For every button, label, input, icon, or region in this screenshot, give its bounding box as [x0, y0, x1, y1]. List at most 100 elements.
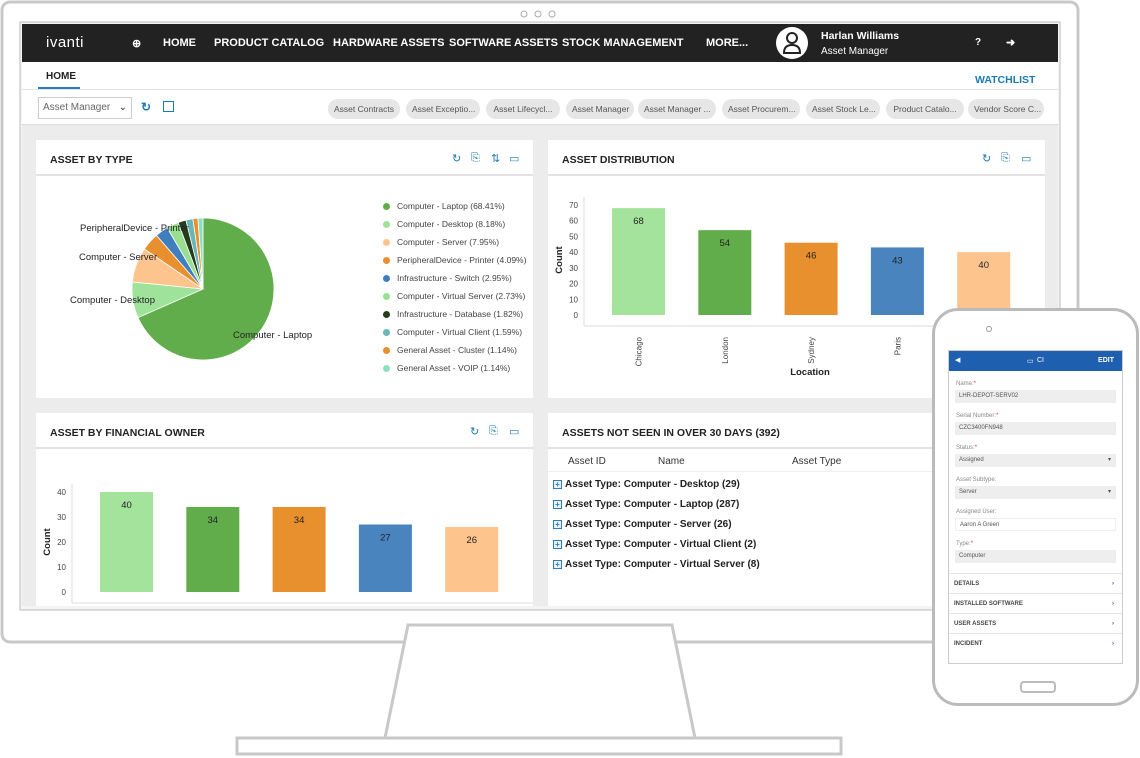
chip-asset-exceptions[interactable]: Asset Exceptio... [406, 99, 480, 119]
maximize-icon[interactable]: ▭ [509, 425, 519, 438]
add-icon[interactable]: ⊕ [132, 37, 141, 50]
y-tick-label: 20 [569, 280, 578, 289]
nav-software-assets[interactable]: SOFTWARE ASSETS [449, 37, 558, 49]
phone-home-button[interactable] [1020, 681, 1056, 693]
chip-asset-contracts[interactable]: Asset Contracts [328, 99, 400, 119]
field-label: Type:* [956, 541, 974, 547]
export-icon[interactable]: ⎘ [471, 152, 480, 165]
field-input[interactable]: Aaron A Green [955, 518, 1116, 531]
section-row[interactable]: USER ASSETS › [949, 613, 1122, 633]
group-label: Asset Type: Computer - Virtual Server (8… [565, 558, 760, 570]
group-row[interactable]: + Asset Type: Computer - Server (26) [553, 514, 760, 534]
column-asset-id[interactable]: Asset ID [568, 456, 606, 467]
y-tick-label: 10 [57, 563, 66, 572]
refresh-icon[interactable]: ↻ [470, 425, 479, 438]
layout-icon[interactable] [163, 101, 174, 112]
legend-swatch [383, 310, 390, 318]
maximize-icon[interactable]: ▭ [1021, 152, 1031, 165]
sort-icon[interactable]: ⇅ [491, 152, 500, 165]
group-row[interactable]: + Asset Type: Computer - Virtual Server (… [553, 554, 760, 574]
expand-icon[interactable]: + [553, 539, 562, 549]
logout-icon[interactable]: ➜ [1006, 36, 1015, 49]
desktop-screen: ivanti ⊕ HOME PRODUCT CATALOG HARDWARE A… [22, 24, 1058, 606]
export-icon[interactable]: ⎘ [1001, 152, 1010, 165]
slice-label: Computer - Server [79, 252, 157, 263]
expand-icon[interactable]: + [553, 519, 562, 529]
legend-label: General Asset - VOIP (1.14%) [397, 363, 511, 373]
legend-item[interactable]: Computer - Server (7.95%) [383, 233, 526, 251]
column-name[interactable]: Name [658, 456, 685, 467]
chip-asset-lifecycle[interactable]: Asset Lifecycl... [486, 99, 560, 119]
export-icon[interactable]: ⎘ [489, 425, 498, 438]
refresh-icon[interactable]: ↻ [982, 152, 991, 165]
legend-label: Computer - Virtual Client (1.59%) [397, 327, 523, 337]
avatar[interactable] [776, 27, 808, 59]
chevron-right-icon: › [1112, 601, 1114, 607]
legend-item[interactable]: Computer - Virtual Client (1.59%) [383, 323, 526, 341]
tab-home[interactable]: HOME [46, 71, 76, 82]
refresh-icon[interactable]: ↻ [452, 152, 461, 165]
nav-more[interactable]: MORE... [706, 37, 748, 49]
chip-asset-manager-2[interactable]: Asset Manager ... [638, 99, 716, 119]
legend-item[interactable]: Computer - Laptop (68.41%) [383, 197, 526, 215]
chevron-right-icon: › [1112, 641, 1114, 647]
field-input[interactable]: CZC3400FN948 [955, 422, 1116, 435]
expand-icon[interactable]: + [553, 499, 562, 509]
legend-item[interactable]: PeripheralDevice - Printer (4.09%) [383, 251, 526, 269]
edit-button[interactable]: EDIT [1098, 357, 1114, 364]
field-input[interactable]: Computer [955, 550, 1116, 563]
x-axis-label: Location [790, 367, 830, 378]
section-row[interactable]: INCIDENT › [949, 633, 1122, 653]
field-input[interactable]: LHR-DEPOT-SERV02 [955, 390, 1116, 403]
chip-vendor-score[interactable]: Vendor Score C... [968, 99, 1044, 119]
legend-label: Infrastructure - Database (1.82%) [397, 309, 524, 319]
legend-item[interactable]: Computer - Virtual Server (2.73%) [383, 287, 526, 305]
pie-chart: Computer - Laptop Computer - Desktop Compu… [70, 217, 312, 361]
help-icon[interactable]: ? [975, 37, 981, 48]
legend-swatch [383, 274, 390, 282]
field-label: Serial Number:* [956, 413, 999, 419]
y-tick-label: 20 [57, 538, 66, 547]
refresh-icon[interactable]: ↻ [141, 100, 151, 114]
slice-label: Computer - Laptop [233, 330, 312, 341]
field-input[interactable]: Server ▾ [955, 486, 1116, 499]
watchlist-link[interactable]: WATCHLIST [975, 74, 1035, 86]
legend-item[interactable]: General Asset - VOIP (1.14%) [383, 359, 526, 377]
legend-item[interactable]: Computer - Desktop (8.18%) [383, 215, 526, 233]
chip-product-catalog[interactable]: Product Catalo... [886, 99, 964, 119]
y-tick-label: 40 [57, 488, 66, 497]
user-role: Asset Manager [821, 46, 889, 57]
field-input[interactable]: Assigned ▾ [955, 454, 1116, 467]
chip-asset-manager[interactable]: Asset Manager [566, 99, 634, 119]
chevron-right-icon: › [1112, 621, 1114, 627]
nav-stock-management[interactable]: STOCK MANAGEMENT [562, 37, 683, 49]
nav-home[interactable]: HOME [163, 37, 196, 49]
y-tick-label: 50 [569, 232, 578, 241]
legend-item[interactable]: Infrastructure - Switch (2.95%) [383, 269, 526, 287]
back-arrow-icon[interactable]: ◀ [955, 356, 960, 364]
expand-icon[interactable]: + [553, 559, 562, 569]
group-row[interactable]: + Asset Type: Computer - Desktop (29) [553, 474, 760, 494]
nav-hardware-assets[interactable]: HARDWARE ASSETS [333, 37, 444, 49]
tab-row: HOME WATCHLIST [22, 62, 1058, 90]
legend-item[interactable]: General Asset - Cluster (1.14%) [383, 341, 526, 359]
role-select[interactable]: Asset Manager ⌄ [38, 97, 132, 119]
section-row[interactable]: DETAILS › [949, 573, 1122, 593]
section-row[interactable]: INSTALLED SOFTWARE › [949, 593, 1122, 613]
y-axis-label: Count [42, 527, 53, 555]
chip-asset-stock[interactable]: Asset Stock Le... [806, 99, 880, 119]
legend-item[interactable]: Infrastructure - Database (1.82%) [383, 305, 526, 323]
legend-label: Computer - Desktop (8.18%) [397, 219, 506, 229]
ivanti-logo: ivanti [46, 34, 85, 51]
nav-product-catalog[interactable]: PRODUCT CATALOG [214, 37, 324, 49]
column-asset-type[interactable]: Asset Type [792, 456, 841, 467]
expand-icon[interactable]: + [553, 479, 562, 489]
group-label: Asset Type: Computer - Server (26) [565, 518, 732, 530]
user-icon [782, 32, 802, 54]
group-row[interactable]: + Asset Type: Computer - Virtual Client (… [553, 534, 760, 554]
chevron-down-icon: ⌄ [118, 102, 127, 113]
group-row[interactable]: + Asset Type: Computer - Laptop (287) [553, 494, 760, 514]
chip-asset-procurement[interactable]: Asset Procurem... [722, 99, 800, 119]
maximize-icon[interactable]: ▭ [509, 152, 519, 165]
panel-asset-by-type: ASSET BY TYPE ↻ ⎘ ⇅ ▭ Computer - Laptop Comp… [36, 140, 533, 398]
